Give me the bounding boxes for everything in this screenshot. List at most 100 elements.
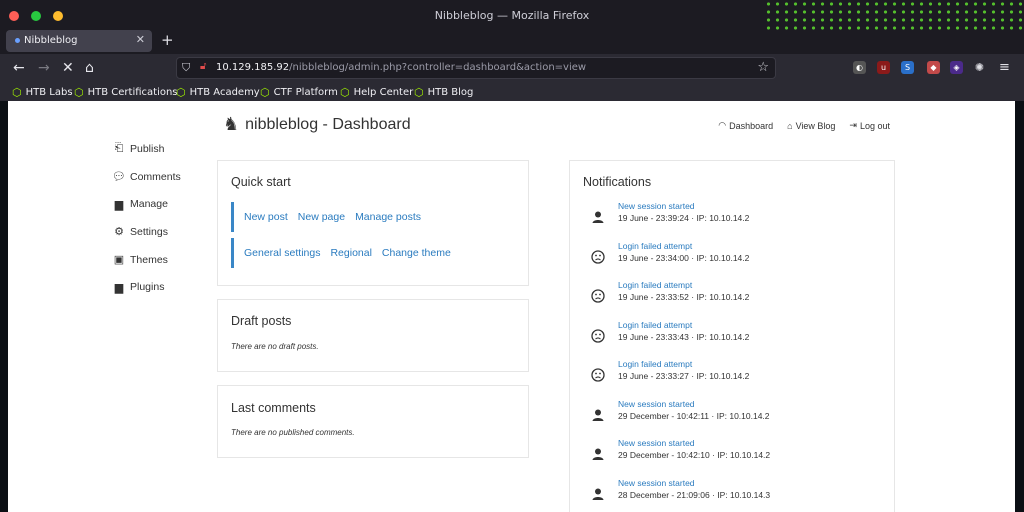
tab-bar: Nibbleblog ✕ + bbox=[0, 30, 1024, 54]
change-theme-link[interactable]: Change theme bbox=[382, 247, 451, 259]
sidebar-item-themes[interactable]: ▣ Themes bbox=[111, 246, 181, 274]
home-icon: ⌂ bbox=[787, 120, 793, 131]
tab-nibbleblog[interactable]: Nibbleblog ✕ bbox=[6, 30, 152, 52]
sad-face-icon bbox=[591, 249, 605, 264]
image-icon: ▣ bbox=[113, 254, 125, 267]
dashboard-link[interactable]: ◠ Dashboard bbox=[718, 120, 773, 131]
user-icon bbox=[592, 409, 604, 421]
bookmark-label: HTB Certifications bbox=[87, 87, 178, 98]
notification-meta: 19 June - 23:33:43 · IP: 10.10.14.2 bbox=[618, 331, 750, 342]
notifications-panel: Notifications New session started 19 Jun… bbox=[569, 160, 895, 512]
dashboard-icon: ◠ bbox=[718, 120, 727, 130]
home-icon[interactable]: ⌂ bbox=[85, 60, 94, 76]
last-comments-panel: Last comments There are no published com… bbox=[217, 385, 529, 458]
quick-start-title: Quick start bbox=[231, 175, 291, 189]
forward-arrow-icon[interactable]: → bbox=[38, 60, 50, 76]
stop-loading-icon[interactable]: ✕ bbox=[62, 60, 74, 76]
notification-title-link[interactable]: Login failed attempt bbox=[618, 359, 692, 369]
url-text: 10.129.185.92/nibbleblog/admin.php?contr… bbox=[216, 62, 586, 73]
new-post-link[interactable]: New post bbox=[244, 211, 288, 223]
sidebar-item-label: Settings bbox=[130, 225, 168, 238]
bookmark-htb-certifications[interactable]: ⬡ HTB Certifications bbox=[74, 86, 178, 99]
view-blog-link[interactable]: ⌂ View Blog bbox=[787, 120, 835, 131]
htb-cube-icon: ⬡ bbox=[414, 86, 424, 99]
draft-posts-panel: Draft posts There are no draft posts. bbox=[217, 299, 529, 372]
htb-cube-icon: ⬡ bbox=[74, 86, 84, 99]
notification-title-link[interactable]: New session started bbox=[618, 399, 695, 409]
extension-icon[interactable]: ◈ bbox=[950, 61, 963, 74]
notification-title-link[interactable]: Login failed attempt bbox=[618, 241, 692, 251]
insecure-lock-icon[interactable]: 🔓︎ bbox=[200, 61, 206, 72]
quick-start-row: General settings Regional Change theme bbox=[231, 238, 451, 268]
top-links: ◠ Dashboard ⌂ View Blog ⇥ Log out bbox=[718, 120, 890, 131]
link-label: Log out bbox=[859, 120, 890, 131]
extension-icon[interactable]: ◆ bbox=[927, 61, 940, 74]
link-label: View Blog bbox=[795, 120, 836, 131]
notification-item: New session started 29 December - 10:42:… bbox=[570, 438, 890, 478]
url-host: 10.129.185.92 bbox=[216, 62, 290, 73]
bookmark-ctf-platform[interactable]: ⬡ CTF Platform bbox=[260, 86, 338, 99]
htb-cube-icon: ⬡ bbox=[12, 86, 22, 99]
settings-icon[interactable]: ✺ bbox=[973, 61, 986, 74]
sad-face-icon bbox=[591, 328, 605, 343]
logout-icon: ⇥ bbox=[849, 120, 857, 130]
notification-title-link[interactable]: New session started bbox=[618, 438, 695, 448]
comment-icon: 💬︎ bbox=[112, 171, 126, 184]
sad-face-icon bbox=[591, 368, 605, 382]
general-settings-link[interactable]: General settings bbox=[244, 247, 320, 259]
shield-icon[interactable]: ⛉ bbox=[182, 61, 190, 75]
log-out-link[interactable]: ⇥ Log out bbox=[849, 120, 890, 131]
background-pattern bbox=[764, 0, 1024, 30]
bookmark-label: Help Center bbox=[353, 87, 414, 98]
quick-start-panel: Quick start New post New page Manage pos… bbox=[217, 160, 529, 286]
notification-title-link[interactable]: New session started bbox=[618, 478, 695, 488]
sidebar-item-label: Comments bbox=[130, 170, 181, 183]
bookmark-label: HTB Academy bbox=[189, 87, 260, 98]
sidebar-item-manage[interactable]: ▆ Manage bbox=[111, 190, 181, 218]
gear-icon: ⚙ bbox=[114, 226, 124, 239]
notification-title-link[interactable]: New session started bbox=[618, 201, 695, 211]
sidebar-item-publish[interactable]: ⎗ Publish bbox=[111, 135, 181, 163]
last-comments-empty: There are no published comments. bbox=[231, 428, 355, 437]
bookmark-star-icon[interactable]: ☆ bbox=[757, 60, 769, 75]
new-page-link[interactable]: New page bbox=[298, 211, 345, 223]
sidebar-item-plugins[interactable]: ▆ Plugins bbox=[111, 273, 181, 301]
new-tab-button[interactable]: + bbox=[161, 31, 174, 49]
notification-meta: 28 December - 21:09:06 · IP: 10.10.14.3 bbox=[618, 489, 771, 500]
bookmark-htb-academy[interactable]: ⬡ HTB Academy bbox=[176, 86, 260, 99]
ublock-icon[interactable]: u bbox=[877, 61, 890, 74]
htb-cube-icon: ⬡ bbox=[340, 86, 350, 99]
extension-s-icon[interactable]: S bbox=[901, 61, 914, 74]
sidebar-item-settings[interactable]: ⚙ Settings bbox=[111, 218, 181, 246]
admin-sidebar: ⎗ Publish 💬︎ Comments ▆ Manage ⚙ Settings ▣ T… bbox=[111, 135, 181, 301]
notification-item: New session started 19 June - 23:39:24 ·… bbox=[570, 201, 890, 241]
bookmark-help-center[interactable]: ⬡ Help Center bbox=[340, 86, 413, 99]
extension-icon[interactable]: ◐ bbox=[853, 61, 866, 74]
menu-icon[interactable]: ≡ bbox=[998, 61, 1011, 74]
regional-link[interactable]: Regional bbox=[330, 247, 371, 259]
bookmarks-bar: ⬡ HTB Labs ⬡ HTB Certifications ⬡ HTB Acade… bbox=[0, 84, 1024, 101]
close-icon[interactable]: ✕ bbox=[136, 33, 145, 46]
tab-favicon-icon bbox=[15, 38, 20, 43]
nav-bar: ← → ✕ ⌂ ⛉ 🔓︎ 10.129.185.92/nibbleblog/ad… bbox=[0, 54, 1024, 84]
notification-meta: 29 December - 10:42:11 · IP: 10.10.14.2 bbox=[618, 410, 770, 421]
bookmark-htb-blog[interactable]: ⬡ HTB Blog bbox=[414, 86, 473, 99]
back-arrow-icon[interactable]: ← bbox=[13, 60, 25, 76]
draft-posts-empty: There are no draft posts. bbox=[231, 342, 319, 351]
quick-start-row: New post New page Manage posts bbox=[231, 202, 421, 232]
htb-cube-icon: ⬡ bbox=[260, 86, 270, 99]
sidebar-item-label: Plugins bbox=[130, 281, 165, 294]
sidebar-item-comments[interactable]: 💬︎ Comments bbox=[111, 163, 181, 191]
notification-meta: 29 December - 10:42:10 · IP: 10.10.14.2 bbox=[618, 450, 771, 460]
url-bar[interactable]: ⛉ 🔓︎ 10.129.185.92/nibbleblog/admin.php?… bbox=[176, 57, 776, 79]
notification-item: Login failed attempt 19 June - 23:33:52 … bbox=[570, 280, 890, 320]
page-content: ⎗ Publish 💬︎ Comments ▆ Manage ⚙ Settings ▣ T… bbox=[8, 101, 1015, 512]
folder-icon: ▆ bbox=[114, 198, 124, 211]
bookmark-label: HTB Labs bbox=[25, 87, 73, 98]
manage-posts-link[interactable]: Manage posts bbox=[355, 211, 421, 223]
sidebar-item-label: Manage bbox=[130, 198, 168, 211]
bookmark-htb-labs[interactable]: ⬡ HTB Labs bbox=[12, 86, 73, 99]
notification-title-link[interactable]: Login failed attempt bbox=[618, 320, 692, 330]
notification-item: Login failed attempt 19 June - 23:33:43 … bbox=[570, 320, 890, 360]
notification-title-link[interactable]: Login failed attempt bbox=[618, 280, 692, 290]
